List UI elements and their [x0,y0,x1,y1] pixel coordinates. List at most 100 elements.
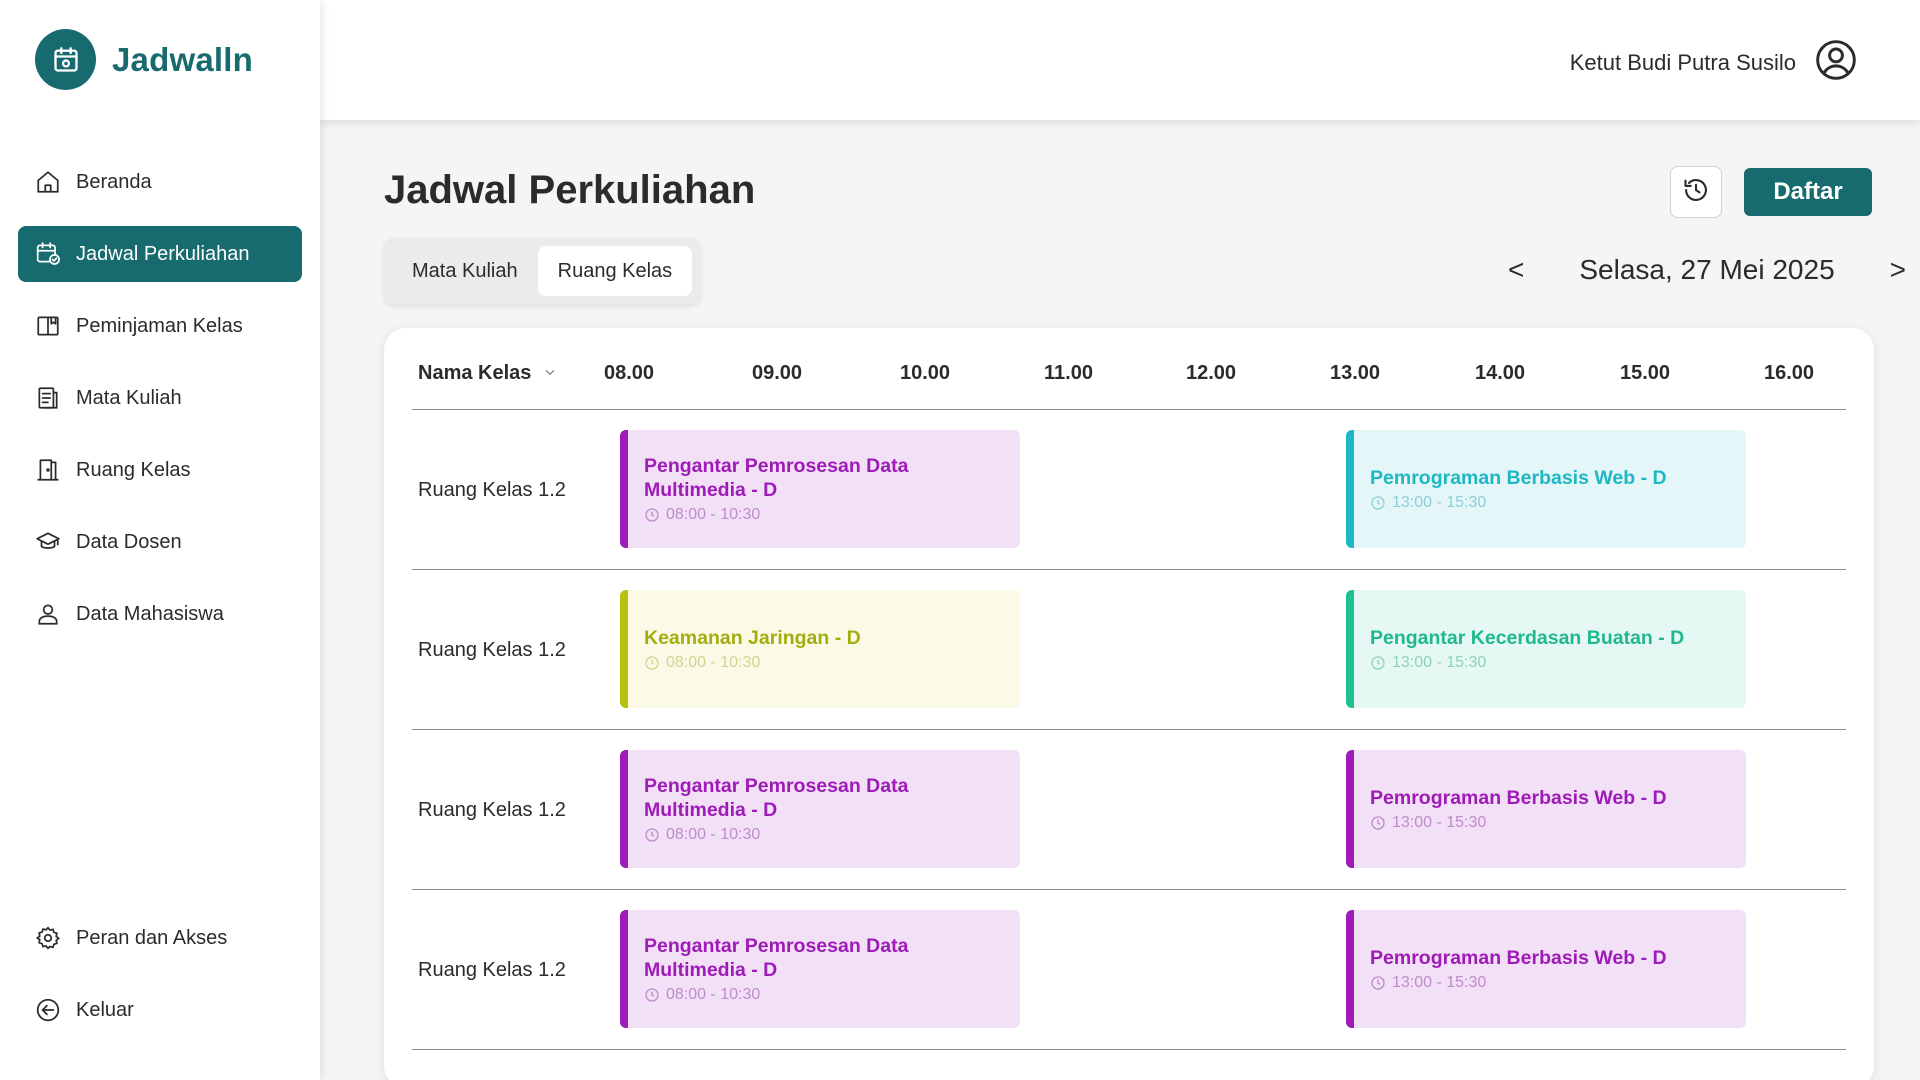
calendar-logo-icon [35,29,96,90]
sidebar-item-data-mahasiswa[interactable]: Data Mahasiswa [18,586,302,642]
event-time-text: 13:00 - 15:30 [1392,494,1487,511]
sidebar-item-label: Keluar [76,998,134,1021]
schedule-event[interactable]: Pengantar Pemrosesan Data Multimedia - D… [620,750,1020,868]
clock-icon [1371,656,1385,670]
prev-date-button[interactable]: < [1508,254,1524,286]
time-header: 11.00 [1044,362,1093,384]
sidebar-item-peran-dan-akses[interactable]: Peran dan Akses [18,910,302,966]
user-avatar-icon[interactable] [1814,38,1858,87]
schedule-event[interactable]: Keamanan Jaringan - D 08:00 - 10:30 [620,590,1020,708]
clock-icon [645,508,659,522]
schedule-table: Nama Kelas 08.00 09.00 10.00 11.00 12.00… [384,328,1874,1080]
sidebar-item-ruang-kelas[interactable]: Ruang Kelas [18,442,302,498]
home-icon [34,168,62,196]
sidebar: Jadwalln Beranda Jadwal Perkuliahan Pemi… [0,0,320,1080]
time-header: 15.00 [1620,362,1671,384]
schedule-event[interactable]: Pengantar Pemrosesan Data Multimedia - D… [620,430,1020,548]
event-time: 08:00 - 10:30 [644,826,1020,844]
event-time: 13:00 - 15:30 [1370,814,1746,832]
date-navigator: < Selasa, 27 Mei 2025 > [1508,254,1906,286]
event-time: 08:00 - 10:30 [644,986,1020,1004]
event-time: 08:00 - 10:30 [644,654,1020,672]
room-name: Ruang Kelas 1.2 [418,798,566,821]
time-header: 09.00 [752,362,803,384]
event-title: Pemrograman Berbasis Web - D [1370,787,1667,809]
event-title: Pengantar Pemrosesan Data Multimedia - D [644,775,909,821]
table-row: Ruang Kelas 1.2 Keamanan Jaringan - D 08… [412,570,1846,730]
page-title: Jadwal Perkuliahan [384,168,756,212]
top-bar: Ketut Budi Putra Susilo [320,0,1920,120]
next-date-button[interactable]: > [1890,254,1906,286]
schedule-event[interactable]: Pengantar Kecerdasan Buatan - D 13:00 - … [1346,590,1746,708]
time-header: 13.00 [1330,362,1381,384]
document-list-icon [34,384,62,412]
sidebar-item-beranda[interactable]: Beranda [18,154,302,210]
event-title: Pengantar Pemrosesan Data Multimedia - D [644,935,909,981]
time-header: 16.00 [1764,362,1815,384]
app-name: Jadwalln [112,40,253,78]
time-header: 08.00 [604,362,655,384]
event-time-text: 08:00 - 10:30 [666,986,761,1003]
sidebar-item-label: Data Mahasiswa [76,602,224,625]
sort-nama-kelas-button[interactable]: Nama Kelas [418,362,557,385]
brand[interactable]: Jadwalln [35,29,253,90]
room-name: Ruang Kelas 1.2 [418,638,566,661]
event-time-text: 13:00 - 15:30 [1392,814,1487,831]
schedule-event[interactable]: Pengantar Pemrosesan Data Multimedia - D… [620,910,1020,1028]
event-time: 08:00 - 10:30 [644,506,1020,524]
event-title: Pengantar Kecerdasan Buatan - D [1370,627,1685,649]
calendar-check-icon [34,240,62,268]
schedule-event[interactable]: Pemrograman Berbasis Web - D 13:00 - 15:… [1346,910,1746,1028]
logout-icon [34,996,62,1024]
history-icon [1682,176,1710,209]
time-header: 10.00 [900,362,951,384]
event-time-text: 08:00 - 10:30 [666,826,761,843]
schedule-event[interactable]: Pemrograman Berbasis Web - D 13:00 - 15:… [1346,750,1746,868]
book-open-icon [34,312,62,340]
sidebar-item-label: Mata Kuliah [76,386,182,409]
user-icon [34,600,62,628]
clock-icon [645,656,659,670]
event-time-text: 13:00 - 15:30 [1392,654,1487,671]
daftar-button[interactable]: Daftar [1744,168,1872,216]
user-menu[interactable]: Ketut Budi Putra Susilo [1570,38,1858,87]
table-header: Nama Kelas 08.00 09.00 10.00 11.00 12.00… [412,328,1846,410]
clock-icon [1371,816,1385,830]
sidebar-item-label: Peran dan Akses [76,926,228,949]
event-title: Pengantar Pemrosesan Data Multimedia - D [644,455,909,501]
room-name: Ruang Kelas 1.2 [418,478,566,501]
time-header: 14.00 [1475,362,1526,384]
sidebar-item-mata-kuliah[interactable]: Mata Kuliah [18,370,302,426]
chevron-down-icon [543,362,557,385]
clock-icon [1371,496,1385,510]
event-time-text: 08:00 - 10:30 [666,506,761,523]
sidebar-item-label: Peminjaman Kelas [76,314,243,337]
clock-icon [1371,976,1385,990]
sidebar-item-label: Beranda [76,170,152,193]
event-time-text: 13:00 - 15:30 [1392,974,1487,991]
sidebar-nav: Beranda Jadwal Perkuliahan Peminjaman Ke… [18,154,302,658]
event-time-text: 08:00 - 10:30 [666,654,761,671]
event-title: Pemrograman Berbasis Web - D [1370,947,1667,969]
schedule-event[interactable]: Pemrograman Berbasis Web - D 13:00 - 15:… [1346,430,1746,548]
history-button[interactable] [1670,166,1722,218]
sidebar-bottom-nav: Peran dan Akses Keluar [18,910,302,1054]
event-title: Pemrograman Berbasis Web - D [1370,467,1667,489]
sidebar-item-peminjaman-kelas[interactable]: Peminjaman Kelas [18,298,302,354]
table-row: Ruang Kelas 1.2 Pengantar Pemrosesan Dat… [412,410,1846,570]
graduation-cap-icon [34,528,62,556]
sidebar-item-label: Ruang Kelas [76,458,191,481]
event-time: 13:00 - 15:30 [1370,654,1746,672]
door-icon [34,456,62,484]
room-name: Ruang Kelas 1.2 [418,958,566,981]
event-title: Keamanan Jaringan - D [644,627,861,649]
tab-ruang-kelas[interactable]: Ruang Kelas [537,246,693,296]
table-row: Ruang Kelas 1.2 Pengantar Pemrosesan Dat… [412,730,1846,890]
sidebar-item-keluar[interactable]: Keluar [18,982,302,1038]
column-header-nama-kelas: Nama Kelas [418,362,532,384]
sidebar-item-data-dosen[interactable]: Data Dosen [18,514,302,570]
sidebar-item-jadwal-perkuliahan[interactable]: Jadwal Perkuliahan [18,226,302,282]
sidebar-item-label: Jadwal Perkuliahan [76,242,250,265]
table-row: Ruang Kelas 1.2 Pengantar Pemrosesan Dat… [412,890,1846,1050]
tab-mata-kuliah[interactable]: Mata Kuliah [392,246,538,296]
